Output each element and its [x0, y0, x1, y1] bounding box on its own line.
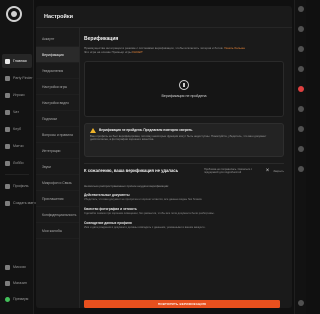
- close-link[interactable]: Закрыть: [273, 169, 284, 173]
- main-nav: Главная Party Finder Игроки Чат Клуб Мат…: [2, 54, 36, 213]
- reason-item: Качество фотографии и четкость Сделайте …: [84, 207, 215, 215]
- nav-item-home[interactable]: Главная: [2, 54, 32, 68]
- nav-item-party-finder[interactable]: Party Finder: [2, 71, 33, 85]
- verification-heading: Верификация: [84, 36, 119, 42]
- settings-tab-video[interactable]: Настройки видео: [36, 95, 79, 111]
- notifications-icon[interactable]: [298, 6, 304, 12]
- home-icon: [5, 58, 10, 64]
- settings-tab-privacy[interactable]: Конфиденциальность: [36, 207, 79, 223]
- settings-panel: Настройки Аккаунт Верификация Уведомлени…: [36, 6, 292, 308]
- verification-failed-title: К сожалению, ваша верификация не удалась: [84, 167, 179, 173]
- user-avatar-icon[interactable]: [298, 166, 304, 172]
- faceit-link[interactable]: FACEIT: [132, 50, 143, 54]
- settings-tab-reports[interactable]: Мои жалобы: [36, 223, 79, 239]
- lobby-icon: [5, 160, 10, 166]
- verification-warning: Верификация не пройдена. Предлагаем повт…: [84, 122, 284, 157]
- nav-divider: [5, 174, 29, 175]
- close-icon[interactable]: ×: [266, 168, 270, 174]
- learn-more-link[interactable]: Узнать больше: [224, 46, 245, 50]
- nav-item-shop[interactable]: Магазин: [2, 276, 32, 290]
- settings-menu: Аккаунт Верификация Уведомления Настройк…: [36, 28, 80, 308]
- profile-icon: [5, 183, 10, 189]
- settings-tab-subscriptions[interactable]: Подписки: [36, 111, 79, 127]
- settings-tab-sounds[interactable]: Звуки: [36, 159, 79, 175]
- nav-item-profile[interactable]: Профиль: [2, 179, 32, 193]
- settings-tab-microphone[interactable]: Микрофон и Связь: [36, 175, 79, 191]
- settings-tab-faq[interactable]: Вопросы и правила: [36, 127, 79, 143]
- matches-icon: [5, 143, 10, 149]
- shop-icon: [5, 280, 10, 286]
- reason-item: Совпадение данных профиля Имя и дата рож…: [84, 220, 206, 229]
- nav-item-chat[interactable]: Чат: [2, 105, 32, 119]
- nav-item-missions[interactable]: Миссии: [2, 260, 32, 274]
- settings-header: Настройки: [36, 6, 292, 28]
- verification-status-text: Верификация не пройдена: [161, 93, 207, 98]
- user-avatar-icon[interactable]: [298, 106, 304, 112]
- club-icon: [5, 126, 10, 132]
- verification-status-box: Верификация не пройдена: [84, 60, 284, 117]
- verification-failed-note: Проблема не поправилась. Связаться с под…: [204, 167, 253, 174]
- settings-tab-game[interactable]: Настройки игры: [36, 79, 79, 95]
- nav-item-players[interactable]: Игроки: [2, 88, 32, 102]
- settings-tab-invites[interactable]: Приглашения: [36, 191, 79, 207]
- nav-item-lobby[interactable]: Лобби: [2, 156, 32, 170]
- settings-gear-icon[interactable]: [298, 300, 304, 306]
- messages-icon[interactable]: [298, 46, 304, 52]
- nav-item-premium[interactable]: Премиум: [2, 292, 32, 306]
- verification-content: Верификация Преимущества интеграции в ре…: [84, 36, 288, 308]
- settings-title: Настройки: [44, 13, 74, 20]
- reasons-intro: Несколько распространённых причин неудач…: [84, 184, 170, 189]
- settings-tab-integrations[interactable]: Интеграции: [36, 143, 79, 159]
- user-avatar-icon[interactable]: [298, 126, 304, 132]
- settings-tab-account[interactable]: Аккаунт: [36, 31, 79, 47]
- status-alert-icon: [179, 79, 189, 90]
- live-icon[interactable]: [298, 86, 304, 92]
- premium-icon: [5, 296, 10, 302]
- bottom-nav: Миссии Магазин Премиум: [2, 260, 32, 308]
- party-icon[interactable]: [298, 66, 304, 72]
- app-logo[interactable]: [6, 6, 22, 22]
- verification-description: Преимущества интеграции в режиме с систе…: [84, 46, 246, 55]
- settings-tab-notifications[interactable]: Уведомления: [36, 63, 79, 79]
- chat-icon: [5, 109, 10, 115]
- warning-title: Верификация не пройдена. Предлагаем повт…: [99, 128, 194, 133]
- user-avatar-icon[interactable]: [298, 146, 304, 152]
- party-icon: [5, 75, 10, 81]
- settings-tab-verification[interactable]: Верификация: [36, 47, 79, 63]
- verification-failed-row: К сожалению, ваша верификация не удалась…: [84, 168, 284, 175]
- missions-icon: [5, 264, 10, 270]
- reason-item: Действительные документы Убедитесь, что …: [84, 193, 203, 202]
- section-divider: [84, 162, 284, 164]
- nav-item-matches[interactable]: Матчи: [2, 139, 32, 153]
- retry-verification-button[interactable]: ПОВТОРИТЬ ВЕРИФИКАЦИЮ: [84, 300, 280, 308]
- right-rail: [294, 0, 306, 314]
- nav-item-club[interactable]: Клуб: [2, 122, 32, 136]
- create-match-icon: [5, 200, 10, 206]
- app-sidebar: Главная Party Finder Игроки Чат Клуб Мат…: [0, 0, 36, 314]
- warning-text: Ваш профиль не был верифицирован, поэтом…: [90, 133, 267, 142]
- warning-icon: [90, 127, 96, 133]
- friends-icon[interactable]: [298, 26, 304, 32]
- nav-item-create-match[interactable]: Создать матч: [2, 196, 36, 210]
- players-icon: [5, 92, 10, 98]
